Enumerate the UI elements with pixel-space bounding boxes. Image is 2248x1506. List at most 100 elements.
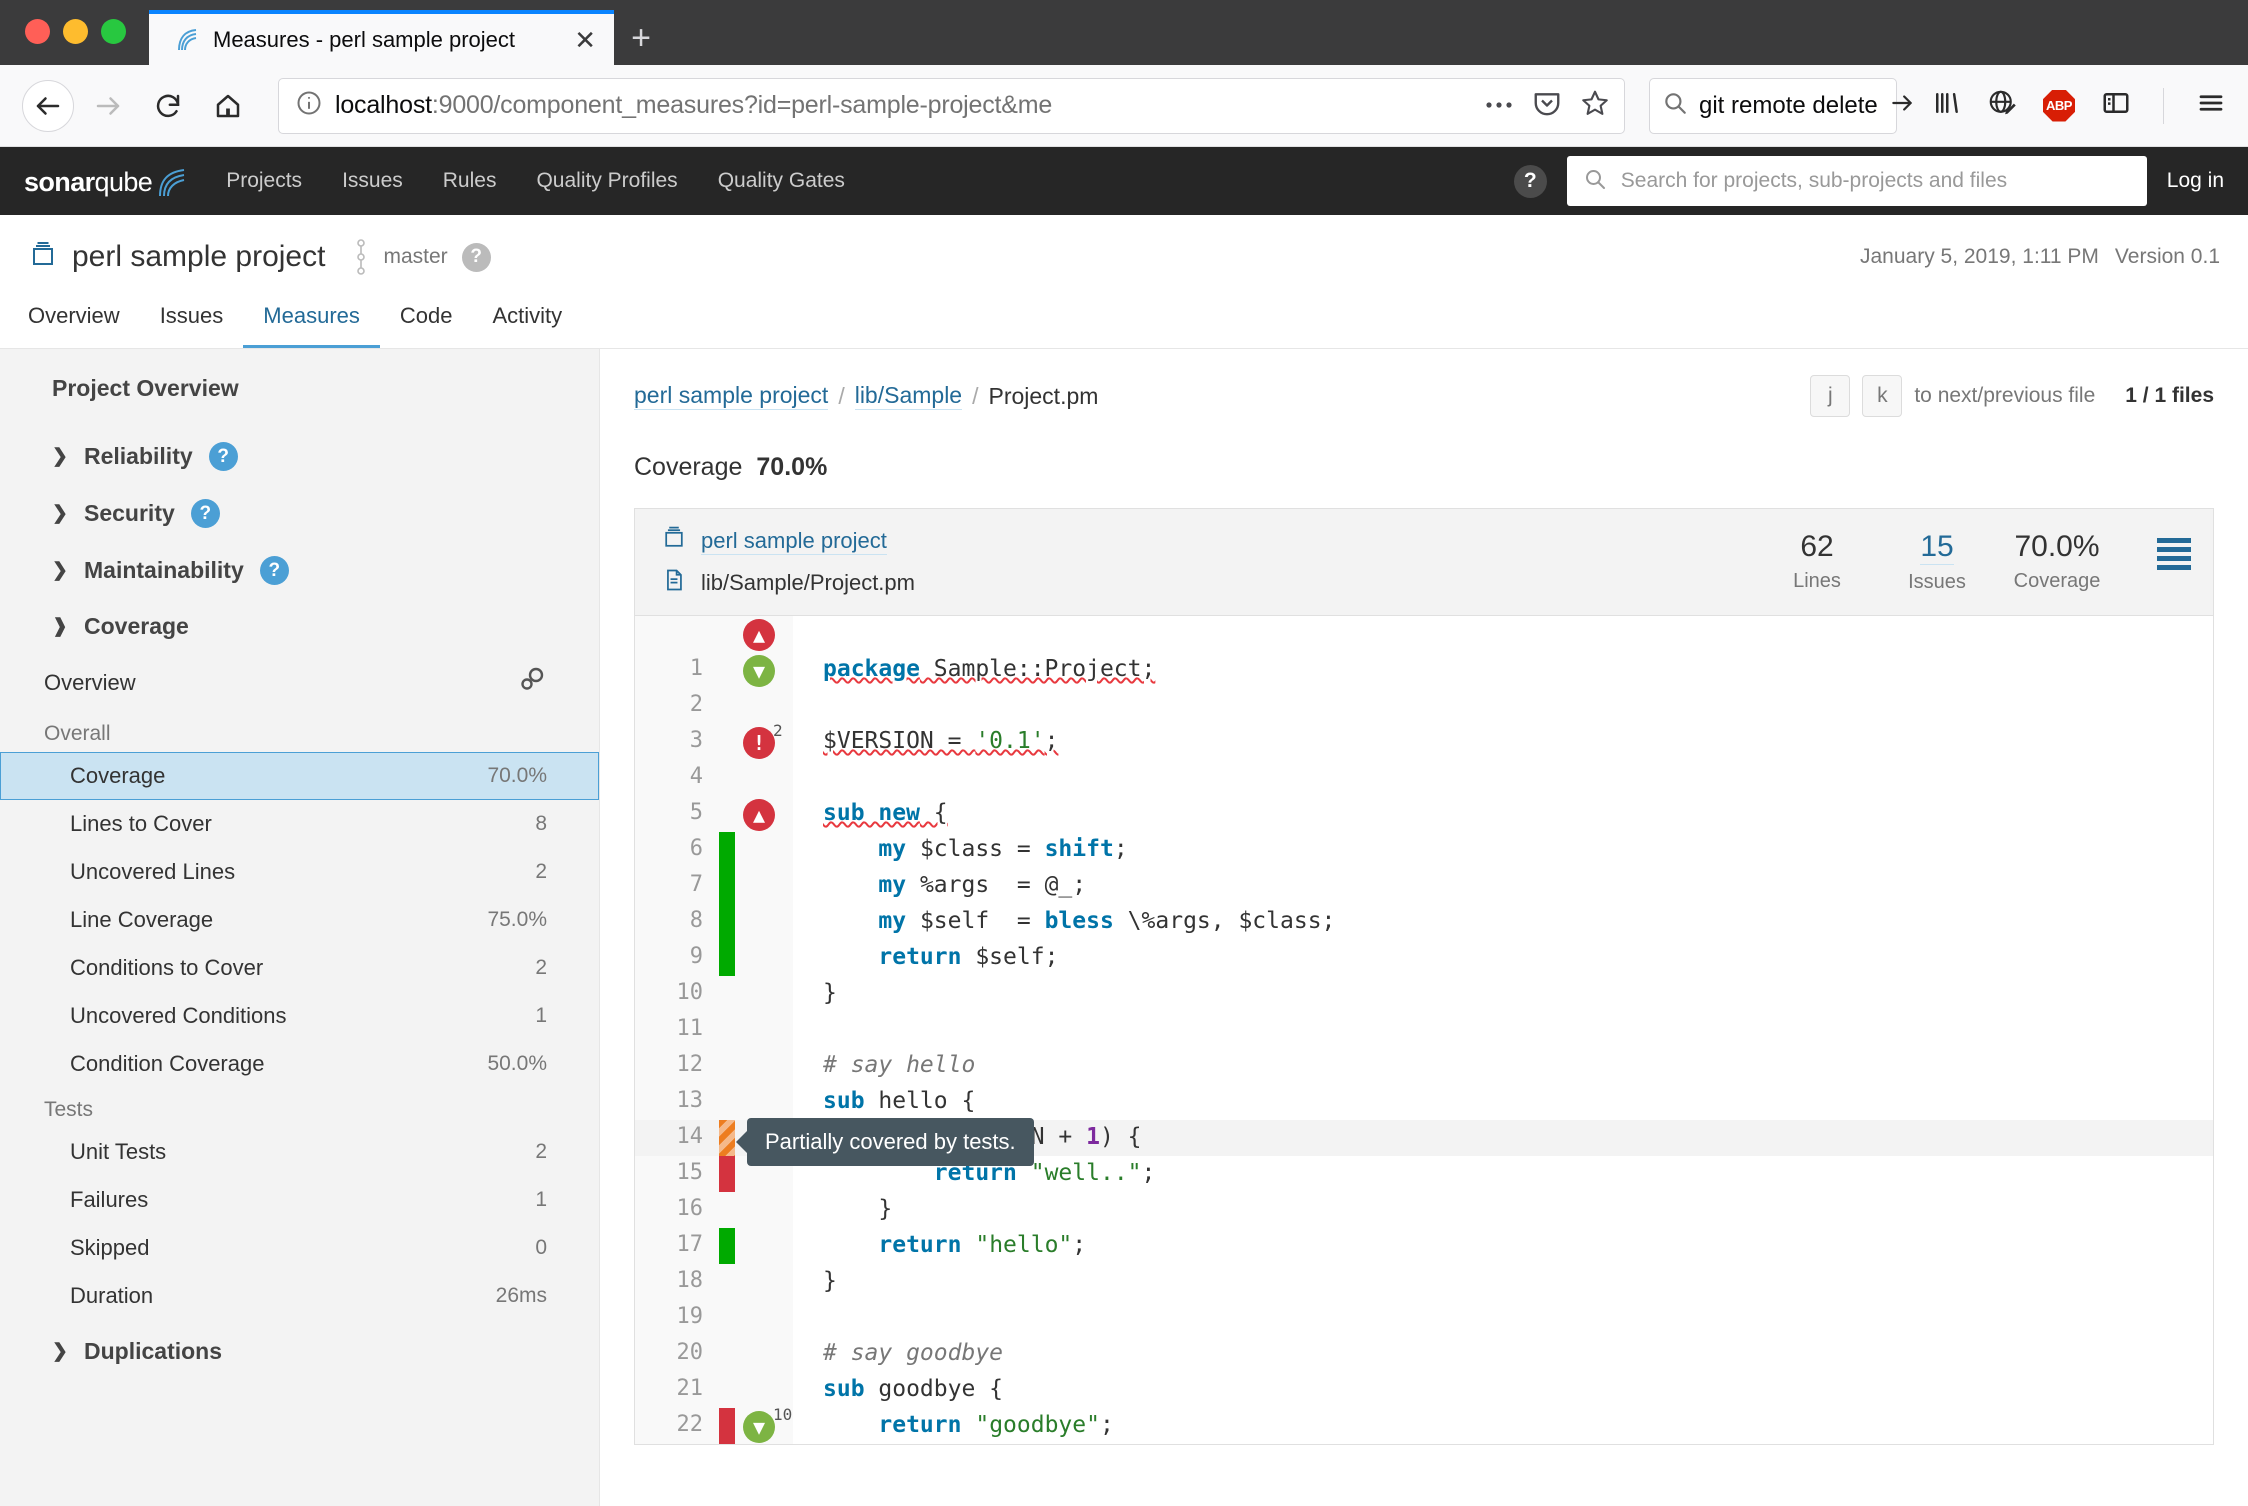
sidebar-icon[interactable] <box>2101 88 2131 123</box>
tab-overview[interactable]: Overview <box>28 295 140 348</box>
forward-arrow-icon[interactable] <box>82 80 134 132</box>
browser-tab[interactable]: Measures - perl sample project ✕ <box>149 10 614 65</box>
code-line[interactable]: ▲ <box>635 616 2213 652</box>
sidebar-item-uncovered-lines[interactable]: Uncovered Lines 2 <box>0 848 599 896</box>
coverage-gutter-none[interactable] <box>719 760 735 796</box>
coverage-gutter-none[interactable] <box>719 616 735 652</box>
nav-rules[interactable]: Rules <box>423 147 517 215</box>
file-card-project-link[interactable]: perl sample project <box>701 528 887 555</box>
coverage-gutter-partial[interactable] <box>719 1120 735 1156</box>
coverage-gutter-none[interactable] <box>719 1264 735 1300</box>
coverage-gutter-none[interactable] <box>719 1084 735 1120</box>
tab-code[interactable]: Code <box>380 295 473 348</box>
nav-quality-gates[interactable]: Quality Gates <box>698 147 865 215</box>
code-line[interactable]: 13sub hello { <box>635 1084 2213 1120</box>
breadcrumb-folder[interactable]: lib/Sample <box>855 382 962 410</box>
browser-search-bar[interactable]: git remote delete <box>1649 78 1897 134</box>
code-line[interactable]: 16 } <box>635 1192 2213 1228</box>
code-line[interactable]: 2 <box>635 688 2213 724</box>
nav-issues[interactable]: Issues <box>322 147 423 215</box>
tab-issues[interactable]: Issues <box>140 295 244 348</box>
code-line[interactable]: 10} <box>635 976 2213 1012</box>
code-line[interactable]: 7 my %args = @_; <box>635 868 2213 904</box>
hamburger-menu-icon[interactable] <box>2196 88 2226 123</box>
sidebar-group-duplications[interactable]: ❯ Duplications <box>0 1320 599 1379</box>
code-line[interactable]: 5▲sub new { <box>635 796 2213 832</box>
reload-icon[interactable] <box>142 80 194 132</box>
sidebar-group-security[interactable]: ❯ Security ? <box>0 485 599 542</box>
coverage-gutter-red[interactable] <box>719 1408 735 1444</box>
global-search-input[interactable] <box>1621 169 2131 193</box>
sidebar-group-coverage[interactable]: ❱ Coverage <box>0 599 599 654</box>
code-line[interactable]: 12# say hello <box>635 1048 2213 1084</box>
sidebar-group-reliability[interactable]: ❯ Reliability ? <box>0 428 599 485</box>
issue-marker-green-down-icon[interactable]: ▼10 <box>743 1411 775 1443</box>
issue-marker-red-up-icon[interactable]: ▲ <box>743 799 775 831</box>
bookmark-star-icon[interactable] <box>1580 88 1610 123</box>
code-line[interactable]: 14 if ($VERSION + 1) {Partially covered … <box>635 1120 2213 1156</box>
code-line[interactable]: 22▼10 return "goodbye"; <box>635 1408 2213 1444</box>
help-icon[interactable]: ? <box>1514 165 1547 198</box>
coverage-gutter-none[interactable] <box>719 796 735 832</box>
coverage-gutter-green[interactable] <box>719 940 735 976</box>
sidebar-item-coverage[interactable]: Coverage 70.0% <box>0 752 599 800</box>
url-bar[interactable]: localhost:9000/component_measures?id=per… <box>278 78 1625 134</box>
code-line[interactable]: 4 <box>635 760 2213 796</box>
coverage-gutter-none[interactable] <box>719 652 735 688</box>
coverage-gutter-none[interactable] <box>719 1300 735 1336</box>
issue-marker-red-up-icon[interactable]: ▲ <box>743 619 775 651</box>
help-icon[interactable]: ? <box>191 499 220 528</box>
url-text[interactable]: localhost:9000/component_measures?id=per… <box>335 91 1472 120</box>
coverage-gutter-green[interactable] <box>719 904 735 940</box>
coverage-gutter-none[interactable] <box>719 724 735 760</box>
coverage-gutter-green[interactable] <box>719 1228 735 1264</box>
coverage-gutter-red[interactable] <box>719 1156 735 1192</box>
minimize-window-button[interactable] <box>63 19 88 44</box>
home-icon[interactable] <box>202 80 254 132</box>
coverage-gutter-none[interactable] <box>719 1336 735 1372</box>
sidebar-group-maintainability[interactable]: ❯ Maintainability ? <box>0 542 599 599</box>
maximize-window-button[interactable] <box>101 19 126 44</box>
global-search-box[interactable] <box>1567 156 2147 206</box>
coverage-gutter-none[interactable] <box>719 1012 735 1048</box>
ellipsis-icon[interactable] <box>1484 97 1514 115</box>
code-line[interactable]: 20# say goodbye <box>635 1336 2213 1372</box>
search-input-value[interactable]: git remote delete <box>1699 92 1878 120</box>
code-line[interactable]: 17 return "hello"; <box>635 1228 2213 1264</box>
page-info-icon[interactable] <box>295 89 323 122</box>
code-line[interactable]: 11 <box>635 1012 2213 1048</box>
code-line[interactable]: 19 <box>635 1300 2213 1336</box>
sidebar-item-failures[interactable]: Failures 1 <box>0 1176 599 1224</box>
nav-projects[interactable]: Projects <box>226 147 322 215</box>
issue-marker-green-down-icon[interactable]: ▼ <box>743 655 775 687</box>
coverage-gutter-none[interactable] <box>719 1048 735 1084</box>
sidebar-item-conditions-to-cover[interactable]: Conditions to Cover 2 <box>0 944 599 992</box>
issue-marker-red-excl-icon[interactable]: !2 <box>743 727 775 759</box>
sidebar-item-uncovered-conditions[interactable]: Uncovered Conditions 1 <box>0 992 599 1040</box>
sidebar-item-coverage-overview[interactable]: Overview <box>0 654 599 712</box>
login-link[interactable]: Log in <box>2167 169 2224 193</box>
sidebar-item-condition-coverage[interactable]: Condition Coverage 50.0% <box>0 1040 599 1088</box>
metric-value[interactable]: 15 <box>1920 530 1953 565</box>
domain-overview-icon[interactable] <box>517 665 547 701</box>
code-line[interactable]: 3!2$VERSION = '0.1'; <box>635 724 2213 760</box>
coverage-gutter-none[interactable] <box>719 976 735 1012</box>
code-line[interactable]: 18} <box>635 1264 2213 1300</box>
back-arrow-icon[interactable] <box>22 80 74 132</box>
coverage-gutter-green[interactable] <box>719 868 735 904</box>
tab-activity[interactable]: Activity <box>472 295 582 348</box>
adblock-plus-icon[interactable]: ABP <box>2043 90 2075 122</box>
new-tab-button[interactable]: + <box>614 11 668 65</box>
sidebar-item-unit-tests[interactable]: Unit Tests 2 <box>0 1128 599 1176</box>
library-icon[interactable] <box>1931 88 1961 123</box>
code-line[interactable]: 6 my $class = shift; <box>635 832 2213 868</box>
sidebar-item-line-coverage[interactable]: Line Coverage 75.0% <box>0 896 599 944</box>
globe-pencil-icon[interactable] <box>1987 88 2017 123</box>
go-arrow-icon[interactable] <box>1889 90 1915 121</box>
help-icon[interactable]: ? <box>260 556 289 585</box>
list-menu-icon[interactable] <box>2157 530 2191 570</box>
sidebar-item-duration[interactable]: Duration 26ms <box>0 1272 599 1320</box>
pocket-icon[interactable] <box>1532 88 1562 123</box>
coverage-gutter-none[interactable] <box>719 688 735 724</box>
coverage-gutter-green[interactable] <box>719 832 735 868</box>
